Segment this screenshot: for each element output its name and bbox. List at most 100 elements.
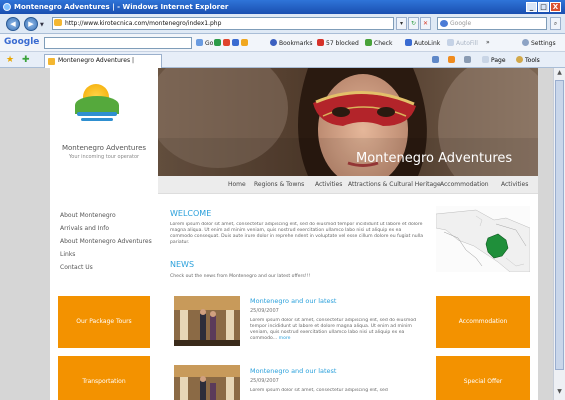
left-nav-arrivals[interactable]: Arrivals and Info bbox=[60, 225, 109, 232]
welcome-heading: WELCOME bbox=[170, 209, 212, 218]
favorites-star-icon[interactable]: ★ bbox=[6, 55, 16, 65]
news-title[interactable]: Montenegro and our latest bbox=[250, 297, 336, 305]
nav-home[interactable]: Home bbox=[228, 181, 246, 188]
url-input[interactable]: http://www.kirotecnica.com/montenegro/in… bbox=[52, 17, 394, 30]
home-button[interactable] bbox=[432, 56, 441, 65]
news-text-body: Lorem ipsum dolor sit amet, consectetur … bbox=[250, 318, 417, 341]
logo-wave-icon bbox=[81, 118, 113, 121]
forward-button[interactable]: ▶ bbox=[24, 17, 38, 31]
news-text: Lorem ipsum dolor sit amet, consectetur … bbox=[250, 388, 388, 393]
google-search-icon bbox=[440, 20, 448, 27]
nav-activities[interactable]: Activities bbox=[315, 181, 342, 188]
page-menu[interactable]: Page bbox=[482, 56, 506, 65]
montenegro-map[interactable] bbox=[436, 206, 530, 272]
go-label: Go bbox=[205, 40, 214, 47]
news-more-link[interactable]: more bbox=[279, 336, 291, 341]
left-nav: About Montenegro Arrivals and Info About… bbox=[50, 194, 158, 284]
google-toolbar: Google Go Bookmarks 57 blocked Check Aut… bbox=[0, 34, 565, 52]
news-title[interactable]: Montenegro and our latest bbox=[250, 367, 336, 375]
hero-banner: Montenegro Adventures bbox=[158, 68, 538, 176]
scroll-down-icon[interactable]: ▼ bbox=[555, 388, 564, 397]
transportation-button[interactable]: Transportation bbox=[58, 356, 150, 400]
maximize-button[interactable]: □ bbox=[538, 2, 549, 12]
stop-button[interactable]: ✕ bbox=[420, 17, 431, 30]
tab-active[interactable]: Montenegro Adventures | bbox=[44, 54, 162, 68]
minimize-button[interactable]: _ bbox=[526, 2, 537, 12]
autolink-icon bbox=[405, 39, 412, 46]
logo-wave-icon bbox=[77, 112, 117, 116]
spell-check-button[interactable]: Check bbox=[365, 39, 392, 48]
google-search-input[interactable] bbox=[44, 37, 192, 49]
page-viewport: Montenegro Adventures Your incoming tour… bbox=[0, 68, 553, 400]
accommodation-button[interactable]: Accommodation bbox=[436, 296, 530, 348]
check-label: Check bbox=[374, 40, 393, 47]
blocked-label: 57 blocked bbox=[326, 40, 359, 47]
feeds-button[interactable] bbox=[448, 56, 457, 65]
tab-favicon bbox=[48, 58, 55, 65]
history-dropdown-icon[interactable]: ▼ bbox=[40, 22, 44, 28]
close-button[interactable]: X bbox=[550, 2, 561, 12]
news-date: 25/09/2007 bbox=[250, 378, 279, 384]
search-placeholder: Google bbox=[450, 20, 472, 27]
nav-regions-towns[interactable]: Regions & Towns bbox=[254, 181, 304, 188]
welcome-text: Lorem ipsum dolor sit amet, consectetur … bbox=[170, 222, 424, 245]
go-button[interactable]: Go bbox=[196, 39, 213, 48]
bookmarks-label: Bookmarks bbox=[279, 40, 313, 47]
bookmarks-button[interactable]: Bookmarks bbox=[270, 39, 313, 48]
go-icon bbox=[196, 39, 203, 46]
tools-menu-label: Tools bbox=[525, 57, 540, 64]
news-date: 25/09/2007 bbox=[250, 308, 279, 314]
window-title: Montenegro Adventures | - Windows Intern… bbox=[14, 3, 229, 11]
settings-button[interactable]: Settings bbox=[522, 39, 556, 48]
tab-bar: ★ ✚ Montenegro Adventures | Page Tools bbox=[0, 52, 565, 68]
settings-label: Settings bbox=[531, 40, 556, 47]
package-tours-button[interactable]: Our Package Tours bbox=[58, 296, 150, 348]
news-intro: Check out the news from Montenegro and o… bbox=[170, 274, 311, 279]
tools-menu[interactable]: Tools bbox=[516, 56, 540, 65]
scroll-thumb[interactable] bbox=[555, 80, 564, 370]
refresh-button[interactable]: ↻ bbox=[408, 17, 419, 30]
news-text: Lorem ipsum dolor sit amet, consectetur … bbox=[250, 318, 420, 342]
page-icon bbox=[54, 19, 62, 26]
news-image[interactable] bbox=[174, 296, 240, 346]
url-dropdown-button[interactable]: ▾ bbox=[396, 17, 407, 30]
nav-attractions[interactable]: Attractions & Cultural Heritage bbox=[348, 181, 441, 188]
nav-activities-2[interactable]: Activities bbox=[501, 181, 528, 188]
google-logo: Google bbox=[4, 37, 40, 47]
tab-label: Montenegro Adventures | bbox=[58, 57, 134, 64]
news-image[interactable] bbox=[174, 365, 240, 400]
search-button[interactable]: ⌕ bbox=[550, 17, 561, 30]
scroll-up-icon[interactable]: ▲ bbox=[555, 69, 564, 78]
left-nav-contact[interactable]: Contact Us bbox=[60, 264, 93, 271]
autofill-button[interactable]: AutoFill bbox=[447, 39, 478, 48]
nav-accommodation[interactable]: Accommodation bbox=[440, 181, 489, 188]
star-icon bbox=[270, 39, 277, 46]
back-button[interactable]: ◀ bbox=[6, 17, 20, 31]
hero-title: Montenegro Adventures bbox=[356, 151, 513, 166]
toolbar-icons[interactable] bbox=[214, 39, 250, 48]
wrench-icon bbox=[522, 39, 529, 46]
popup-blocker-button[interactable]: 57 blocked bbox=[317, 39, 359, 48]
check-icon bbox=[365, 39, 372, 46]
left-nav-about-montenegro[interactable]: About Montenegro bbox=[60, 212, 116, 219]
blocker-icon bbox=[317, 39, 324, 46]
address-bar: ◀ ▶ ▼ http://www.kirotecnica.com/montene… bbox=[0, 14, 565, 34]
page-menu-label: Page bbox=[491, 57, 506, 64]
autolink-label: AutoLink bbox=[414, 40, 441, 47]
vertical-scrollbar[interactable]: ▲ ▼ bbox=[553, 68, 565, 400]
more-button[interactable]: » bbox=[486, 39, 490, 47]
autolink-button[interactable]: AutoLink bbox=[405, 39, 440, 48]
print-button[interactable] bbox=[464, 56, 473, 65]
main-nav: Home Regions & Towns Activities Attracti… bbox=[158, 176, 538, 194]
site-tagline: Your incoming tour operator bbox=[68, 154, 140, 160]
add-favorite-icon[interactable]: ✚ bbox=[22, 55, 32, 65]
special-offer-button[interactable]: Special Offer bbox=[436, 356, 530, 400]
title-bar: Montenegro Adventures | - Windows Intern… bbox=[0, 0, 565, 14]
map-graphic bbox=[436, 206, 530, 272]
ie-icon bbox=[3, 3, 11, 11]
site-logo-area[interactable]: Montenegro Adventures Your incoming tour… bbox=[50, 68, 158, 176]
left-nav-links[interactable]: Links bbox=[60, 251, 75, 258]
left-nav-about-company[interactable]: About Montenegro Adventures bbox=[60, 238, 152, 245]
site-name: Montenegro Adventures bbox=[61, 144, 147, 152]
search-input[interactable]: Google bbox=[437, 17, 547, 30]
